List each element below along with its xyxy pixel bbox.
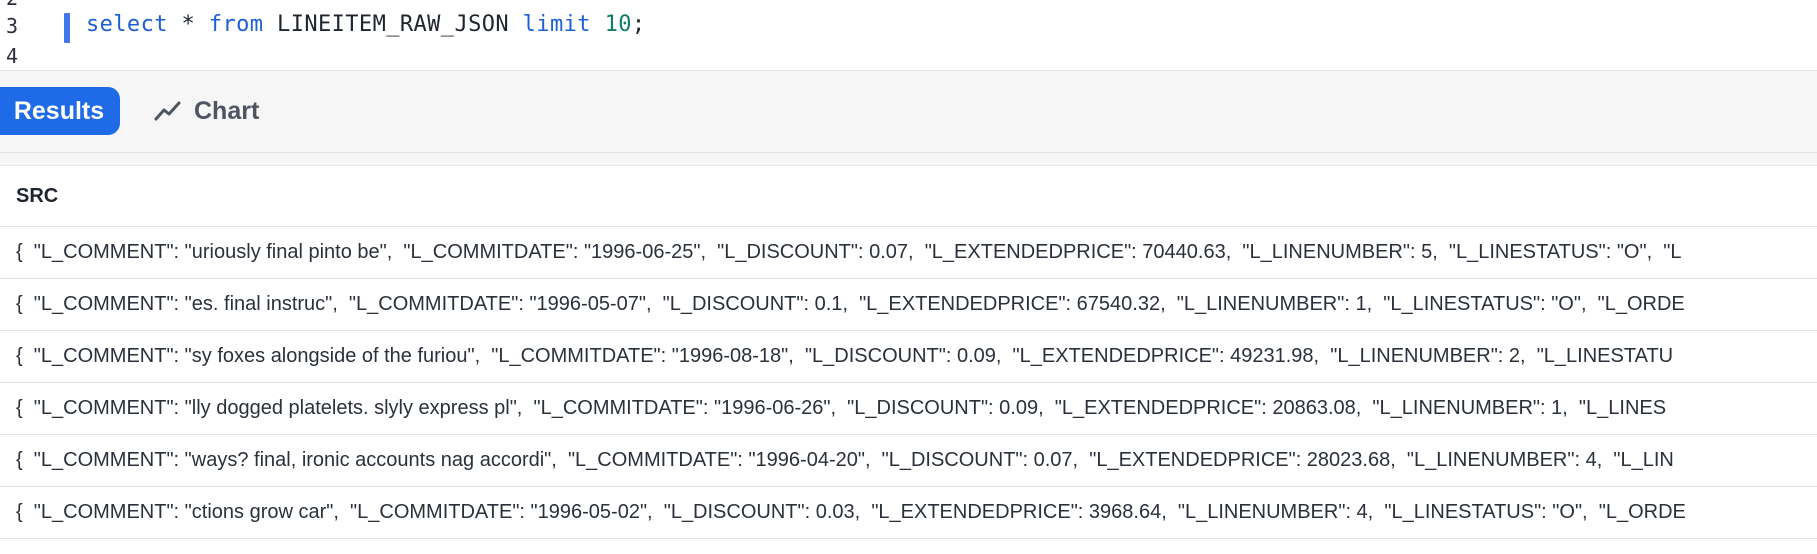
tab-chart-label: Chart — [194, 96, 260, 125]
code-line[interactable]: select * from LINEITEM_RAW_JSON limit 10… — [86, 12, 646, 37]
tab-results[interactable]: Results — [0, 87, 120, 135]
table-row[interactable]: { "L_COMMENT": "lly dogged platelets. sl… — [0, 383, 1817, 435]
table-row[interactable]: { "L_COMMENT": "sy foxes alongside of th… — [0, 331, 1817, 383]
toolbar-divider — [0, 152, 1817, 166]
line-chart-icon — [154, 101, 181, 121]
column-header-src[interactable]: SRC — [0, 166, 1817, 227]
table-row[interactable]: { "L_COMMENT": "es. final instruc", "L_C… — [0, 279, 1817, 331]
table-row[interactable]: { "L_COMMENT": "ways? final, ironic acco… — [0, 435, 1817, 487]
keyword-select: select — [86, 12, 168, 37]
table-cell: { "L_COMMENT": "uriously final pinto be"… — [16, 241, 1682, 263]
table-cell: { "L_COMMENT": "ways? final, ironic acco… — [16, 449, 1674, 471]
code-semicolon: ; — [631, 12, 646, 37]
results-grid: SRC { "L_COMMENT": "uriously final pinto… — [0, 166, 1817, 554]
table-cell: { "L_COMMENT": "ctions grow car", "L_COM… — [16, 501, 1686, 523]
tab-chart[interactable]: Chart — [154, 87, 259, 135]
column-header-label: SRC — [16, 184, 59, 207]
keyword-from: from — [208, 12, 264, 37]
line-number: 4 — [5, 44, 18, 68]
code-star: * — [167, 12, 209, 37]
table-row[interactable]: { "L_COMMENT": "ctions grow car", "L_COM… — [0, 487, 1817, 539]
tab-results-label: Results — [13, 96, 105, 125]
keyword-limit: limit — [522, 12, 591, 37]
table-cell: { "L_COMMENT": "lly dogged platelets. sl… — [16, 397, 1667, 419]
results-toolbar: Results Chart — [0, 70, 1817, 153]
sql-editor[interactable]: 2 3 4 select * from LINEITEM_RAW_JSON li… — [0, 0, 1817, 70]
line-number: 2 — [0, 0, 18, 10]
active-line-marker — [64, 13, 70, 43]
line-number: 3 — [5, 14, 18, 38]
code-limit-value: 10 — [604, 12, 632, 37]
code-table-name: LINEITEM_RAW_JSON — [263, 12, 523, 37]
table-cell: { "L_COMMENT": "sy foxes alongside of th… — [16, 345, 1674, 367]
table-cell: { "L_COMMENT": "es. final instruc", "L_C… — [16, 293, 1685, 315]
table-row[interactable]: { "L_COMMENT": "uriously final pinto be"… — [0, 227, 1817, 279]
